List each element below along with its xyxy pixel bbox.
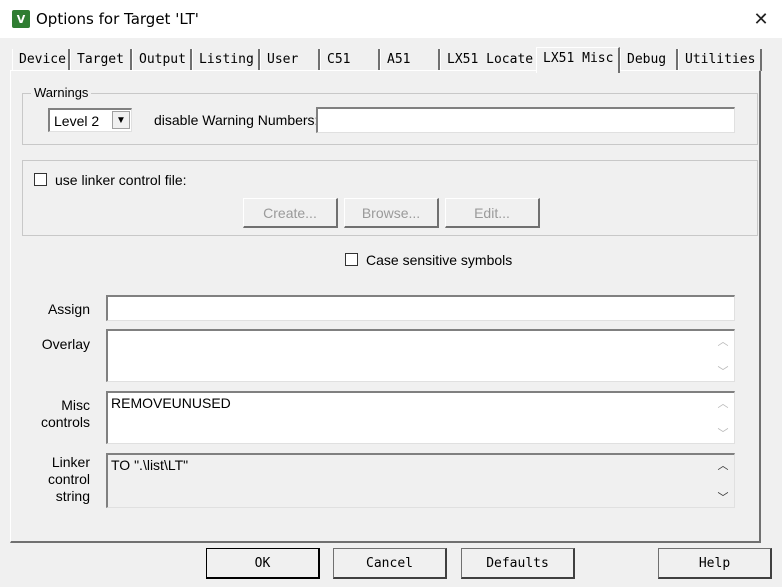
overlay-scrollbar[interactable]: ︿ ﹀ <box>714 333 732 379</box>
overlay-input[interactable]: ︿ ﹀ <box>106 329 735 382</box>
scroll-up-icon[interactable]: ︿ <box>718 395 729 411</box>
window-title: Options for Target 'LT' <box>36 10 199 28</box>
cancel-button[interactable]: Cancel <box>333 548 447 579</box>
scroll-down-icon[interactable]: ﹀ <box>718 363 729 379</box>
tab-listing[interactable]: Listing <box>192 49 260 71</box>
close-icon[interactable]: ✕ <box>750 8 772 30</box>
linker-control-string-label: Linker control string <box>47 454 90 504</box>
tab-debug[interactable]: Debug <box>620 49 678 71</box>
warning-level-value: Level 2 <box>54 113 100 129</box>
edit-button[interactable]: Edit... <box>445 198 540 228</box>
chevron-down-icon[interactable]: ▼ <box>112 111 130 129</box>
tab-strip: Device Target Output Listing User C51 A5… <box>12 47 772 73</box>
tab-lx51-misc[interactable]: LX51 Misc <box>536 47 620 73</box>
help-button[interactable]: Help <box>658 548 772 579</box>
warnings-legend: Warnings <box>31 85 92 100</box>
case-sensitive-checkbox[interactable] <box>345 253 358 266</box>
misc-scrollbar[interactable]: ︿ ﹀ <box>714 395 732 441</box>
tab-device[interactable]: Device <box>12 49 70 71</box>
case-sensitive-label: Case sensitive symbols <box>366 252 513 268</box>
defaults-button[interactable]: Defaults <box>461 548 575 579</box>
misc-controls-value: REMOVEUNUSED <box>111 395 231 411</box>
linker-scrollbar[interactable]: ︿ ﹀ <box>714 457 732 505</box>
misc-controls-input[interactable]: REMOVEUNUSED ︿ ﹀ <box>106 391 735 444</box>
warning-level-select[interactable]: Level 2 ▼ <box>48 108 132 132</box>
uvision-app-icon: V <box>12 10 30 28</box>
tab-target[interactable]: Target <box>70 49 132 71</box>
linker-control-string-field[interactable]: TO ".\list\LT" ︿ ﹀ <box>106 453 735 508</box>
tab-user[interactable]: User <box>260 49 320 71</box>
tab-utilities[interactable]: Utilities <box>678 49 762 71</box>
disable-warnings-label: disable Warning Numbers: <box>154 112 319 128</box>
scroll-up-icon[interactable]: ︿ <box>718 333 729 349</box>
use-linker-file-checkbox[interactable] <box>34 173 47 186</box>
ok-button[interactable]: OK <box>206 548 320 579</box>
scroll-down-icon[interactable]: ﹀ <box>718 425 729 441</box>
title-bar: V Options for Target 'LT' ✕ <box>0 0 782 38</box>
tab-c51[interactable]: C51 <box>320 49 380 71</box>
linker-control-string-value: TO ".\list\LT" <box>111 457 189 473</box>
use-linker-file-label: use linker control file: <box>55 172 187 188</box>
scroll-up-icon[interactable]: ︿ <box>718 457 729 473</box>
misc-controls-label: Misc controls <box>40 397 90 430</box>
tab-lx51-locate[interactable]: LX51 Locate <box>440 49 538 71</box>
overlay-label: Overlay <box>41 336 90 352</box>
disable-warnings-input[interactable] <box>316 107 735 133</box>
assign-input[interactable] <box>106 295 735 321</box>
scroll-down-icon[interactable]: ﹀ <box>718 489 729 505</box>
create-button[interactable]: Create... <box>243 198 338 228</box>
assign-label: Assign <box>47 301 90 317</box>
browse-button[interactable]: Browse... <box>344 198 439 228</box>
tab-output[interactable]: Output <box>132 49 192 71</box>
tab-a51[interactable]: A51 <box>380 49 440 71</box>
